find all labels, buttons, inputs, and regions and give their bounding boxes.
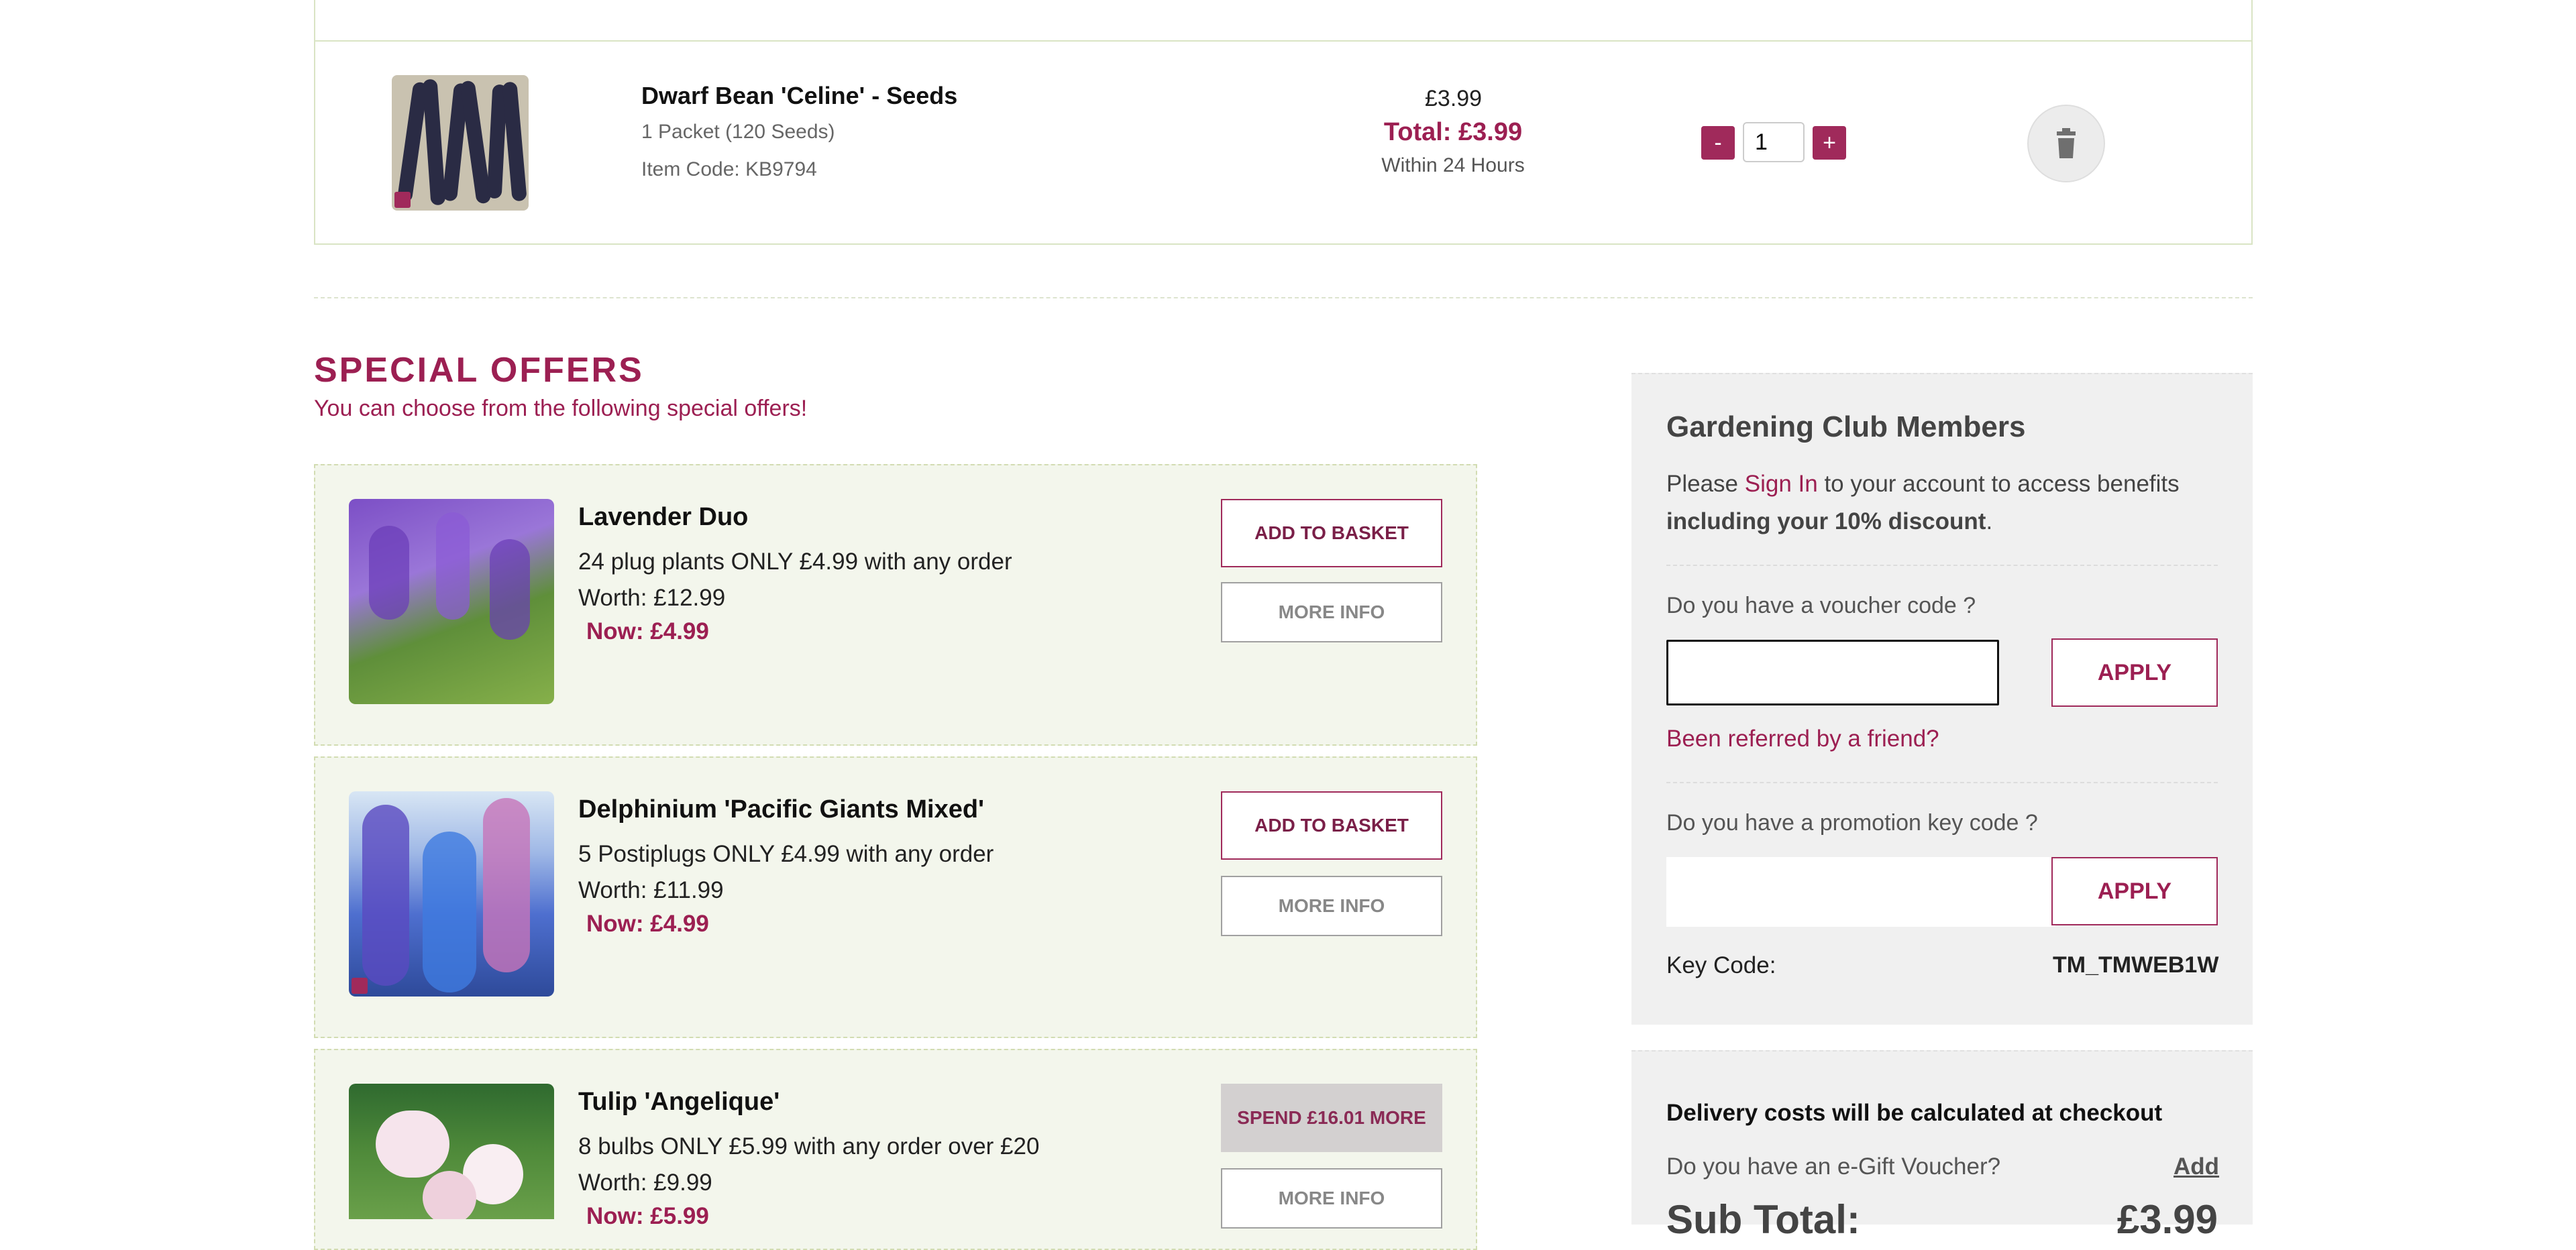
offer-now-price: Now: £4.99 (586, 911, 709, 937)
offer-name[interactable]: Tulip 'Angelique' (578, 1088, 780, 1117)
promotion-code-input[interactable] (1666, 857, 2055, 927)
apply-promo-button[interactable]: APPLY (2051, 857, 2218, 925)
subtotal-label: Sub Total: (1666, 1197, 1860, 1242)
referred-by-friend-link[interactable]: Been referred by a friend? (1666, 726, 1939, 752)
section-divider (314, 297, 2253, 298)
special-offers-title: SPECIAL OFFERS (314, 351, 644, 390)
decrease-quantity-button[interactable]: - (1701, 126, 1735, 160)
club-text: Please Sign In to your account to access… (1666, 465, 2216, 541)
add-to-basket-button[interactable]: ADD TO BASKET (1221, 499, 1442, 567)
sign-in-link[interactable]: Sign In (1745, 471, 1818, 497)
offer-now-price: Now: £5.99 (586, 1203, 709, 1229)
offer-worth: Worth: £11.99 (578, 877, 724, 903)
quantity-input[interactable] (1743, 122, 1805, 162)
basket-header-row (314, 0, 2253, 42)
product-name[interactable]: Dwarf Bean 'Celine' - Seeds (641, 82, 957, 110)
promo-label: Do you have a promotion key code ? (1666, 810, 2038, 836)
club-text-intro: Please (1666, 471, 1745, 497)
voucher-label: Do you have a voucher code ? (1666, 593, 1976, 618)
special-offers-subtitle: You can choose from the following specia… (314, 396, 808, 421)
offer-now-price: Now: £4.99 (586, 618, 709, 644)
dispatch-time: Within 24 Hours (1381, 154, 1525, 176)
more-info-button[interactable]: MORE INFO (1221, 876, 1442, 936)
product-pack: 1 Packet (120 Seeds) (641, 121, 835, 143)
apply-voucher-button[interactable]: APPLY (2051, 638, 2218, 707)
keycode-value: TM_TMWEB1W (2053, 952, 2219, 978)
more-info-button[interactable]: MORE INFO (1221, 582, 1442, 642)
voucher-code-input[interactable] (1666, 640, 1999, 705)
club-text-end: . (1986, 508, 1993, 534)
offer-name[interactable]: Delphinium 'Pacific Giants Mixed' (578, 795, 984, 824)
offer-description: 5 Postiplugs ONLY £4.99 with any order (578, 841, 994, 867)
subtotal-value: £3.99 (2116, 1197, 2218, 1242)
panel-divider (1666, 565, 2218, 566)
club-text-continued: to your account to access benefits (1817, 471, 2180, 497)
more-info-button[interactable]: MORE INFO (1221, 1168, 1442, 1229)
spend-more-button[interactable]: SPEND £16.01 MORE (1221, 1084, 1442, 1152)
discount-text: including your 10% discount (1666, 508, 1986, 534)
offer-description: 8 bulbs ONLY £5.99 with any order over £… (578, 1133, 1040, 1159)
brand-logo-icon (352, 978, 368, 994)
offer-image-lavender[interactable] (349, 499, 554, 704)
add-to-basket-button[interactable]: ADD TO BASKET (1221, 791, 1442, 860)
delivery-note: Delivery costs will be calculated at che… (1666, 1100, 2163, 1126)
offer-name[interactable]: Lavender Duo (578, 503, 748, 532)
product-code: Item Code: KB9794 (641, 158, 817, 180)
product-image[interactable] (392, 75, 529, 211)
unit-price: £3.99 (1425, 86, 1483, 111)
remove-item-button[interactable] (2027, 105, 2105, 182)
keycode-label: Key Code: (1666, 952, 1776, 978)
basket-item-row (314, 40, 2253, 245)
egift-question: Do you have an e-Gift Voucher? (1666, 1153, 2001, 1180)
offer-description: 24 plug plants ONLY £4.99 with any order (578, 549, 1012, 575)
panel-divider (1666, 782, 2218, 783)
brand-logo-icon (394, 192, 411, 208)
club-title: Gardening Club Members (1666, 410, 2026, 443)
offer-image-delphinium[interactable] (349, 791, 554, 997)
trash-icon (2057, 128, 2076, 158)
increase-quantity-button[interactable]: + (1813, 126, 1846, 160)
offer-worth: Worth: £9.99 (578, 1170, 712, 1196)
offer-worth: Worth: £12.99 (578, 585, 726, 611)
add-egift-link[interactable]: Add (2174, 1153, 2219, 1180)
offer-image-tulip[interactable] (349, 1084, 554, 1219)
line-total: Total: £3.99 (1383, 118, 1523, 146)
